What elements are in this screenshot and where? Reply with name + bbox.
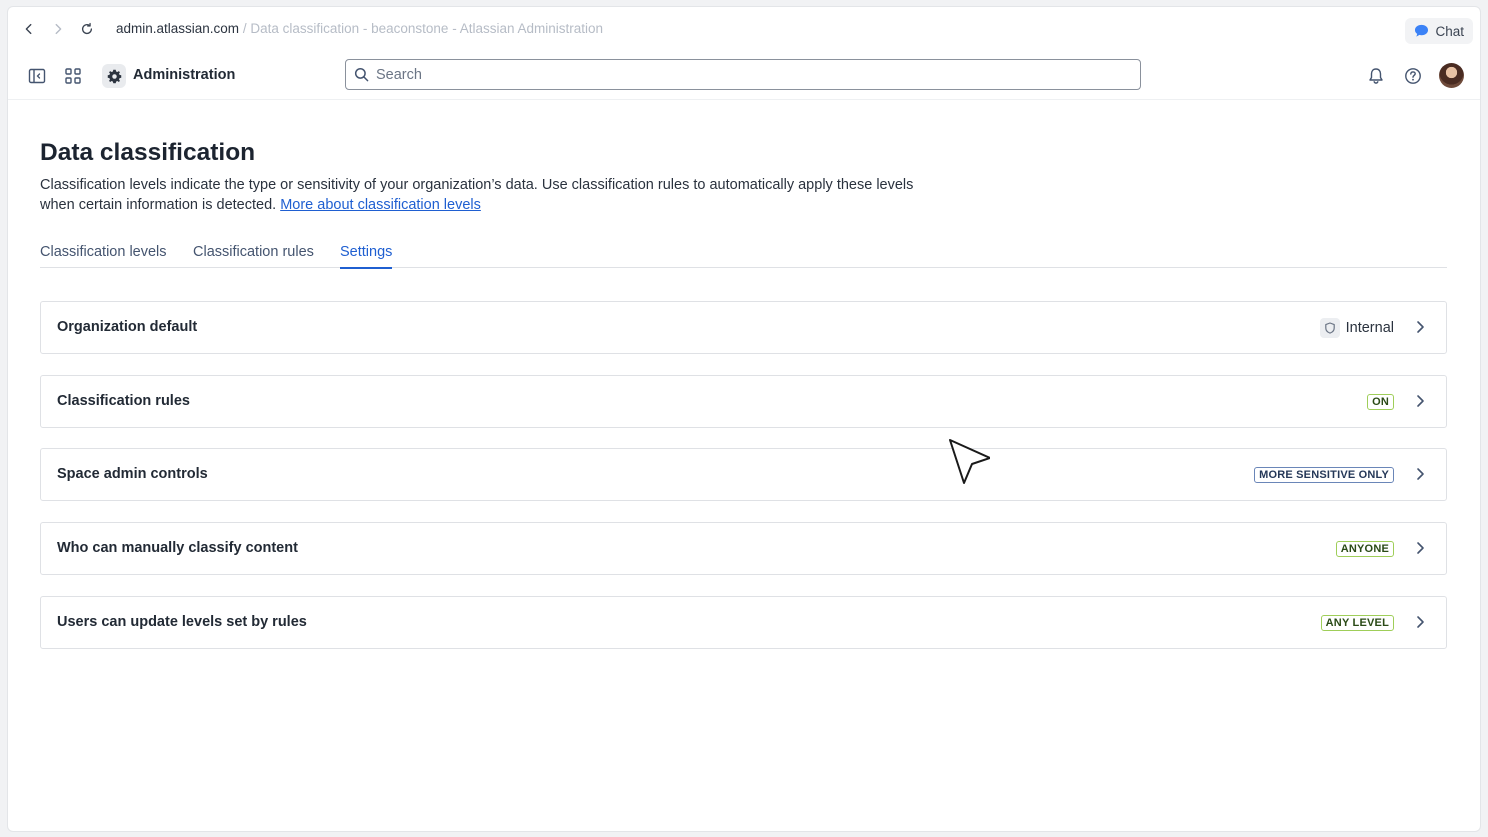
notifications-bell-icon[interactable] [1366, 66, 1386, 86]
tab-settings[interactable]: Settings [340, 244, 393, 269]
settings-row-classification-rules[interactable]: Classification rules ON [40, 375, 1447, 428]
search-field[interactable] [345, 59, 1141, 90]
settings-row-users-update-levels[interactable]: Users can update levels set by rules ANY… [40, 596, 1447, 649]
search-input[interactable] [376, 64, 1116, 85]
back-icon[interactable] [20, 20, 38, 38]
sidebar-toggle-icon[interactable] [27, 66, 47, 86]
chat-label: Chat [1435, 23, 1464, 39]
user-avatar[interactable] [1439, 63, 1464, 88]
url-path: / Data classification - beaconstone - At… [242, 21, 604, 36]
admin-gear-icon[interactable] [102, 64, 126, 88]
chat-button[interactable]: Chat [1405, 18, 1473, 44]
status-lozenge: ANYONE [1335, 541, 1394, 557]
app-title[interactable]: Administration [133, 67, 235, 83]
help-icon[interactable] [1403, 66, 1423, 86]
status-lozenge: MORE SENSITIVE ONLY [1254, 467, 1394, 483]
learn-more-link[interactable]: More about classification levels [280, 197, 481, 213]
row-label: Organization default [57, 319, 198, 335]
chat-bubble-icon [1415, 24, 1429, 37]
url-domain: admin.atlassian.com [116, 21, 240, 36]
browser-toolbar: admin.atlassian.com / Data classificatio… [8, 7, 1480, 53]
row-label: Users can update levels set by rules [57, 614, 307, 630]
tab-bar: Classification levels Classification rul… [40, 234, 1447, 269]
browser-window: admin.atlassian.com / Data classificatio… [7, 6, 1481, 832]
page-title: Data classification [40, 139, 256, 166]
row-label: Classification rules [57, 393, 190, 409]
default-level-value: Internal [1319, 318, 1394, 338]
chevron-right-icon [1412, 319, 1428, 335]
row-label: Space admin controls [57, 466, 208, 482]
shield-icon [1319, 318, 1340, 338]
chevron-right-icon [1412, 540, 1428, 556]
settings-row-organization-default[interactable]: Organization default Internal [40, 301, 1447, 354]
tab-classification-levels[interactable]: Classification levels [40, 244, 167, 260]
app-switcher-icon[interactable] [63, 66, 83, 86]
row-label: Who can manually classify content [57, 540, 298, 556]
chevron-right-icon [1412, 614, 1428, 630]
settings-row-manual-classify[interactable]: Who can manually classify content ANYONE [40, 522, 1447, 575]
status-lozenge: ANY LEVEL [1320, 615, 1394, 631]
settings-row-space-admin-controls[interactable]: Space admin controls MORE SENSITIVE ONLY [40, 448, 1447, 501]
status-lozenge: ON [1367, 394, 1394, 410]
chevron-right-icon [1412, 466, 1428, 482]
search-icon [354, 67, 369, 82]
level-name: Internal [1345, 320, 1394, 336]
page-description: Classification levels indicate the type … [40, 175, 940, 215]
address-bar[interactable]: admin.atlassian.com / Data classificatio… [116, 21, 603, 36]
forward-icon[interactable] [49, 20, 67, 38]
app-header: Administration [8, 53, 1480, 100]
mouse-cursor-icon [949, 439, 990, 484]
tab-classification-rules[interactable]: Classification rules [193, 244, 314, 260]
chevron-right-icon [1412, 393, 1428, 409]
reload-icon[interactable] [78, 20, 96, 38]
